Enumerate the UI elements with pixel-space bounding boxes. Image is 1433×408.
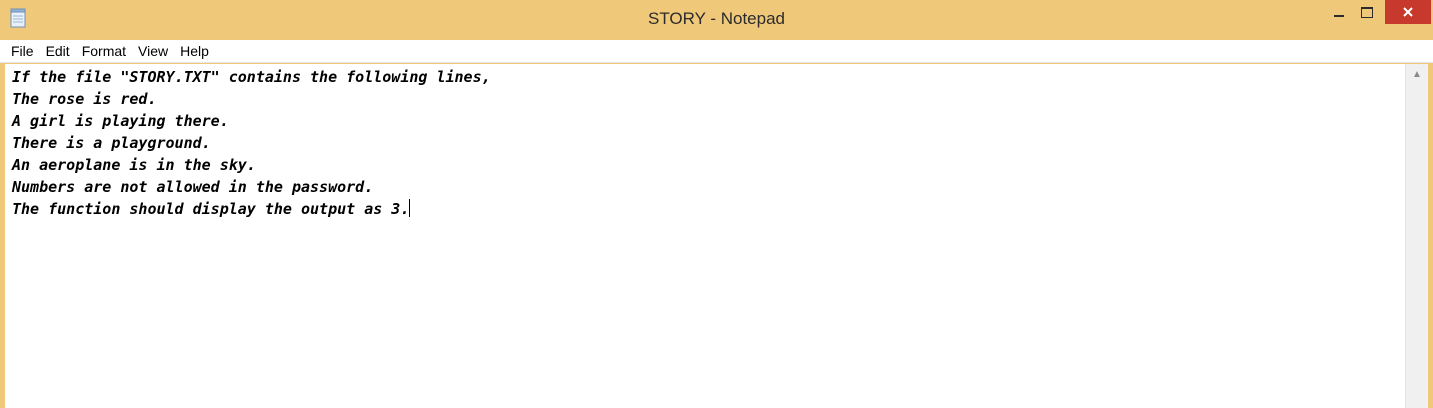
close-button[interactable] <box>1385 0 1431 24</box>
menu-edit[interactable]: Edit <box>40 40 76 62</box>
maximize-button[interactable] <box>1353 0 1381 24</box>
editor-content[interactable]: If the file "STORY.TXT" contains the fol… <box>5 64 1405 220</box>
text-line: There is a playground. <box>12 134 211 152</box>
text-line: The rose is red. <box>12 90 157 108</box>
menu-view[interactable]: View <box>132 40 174 62</box>
menu-help[interactable]: Help <box>174 40 215 62</box>
menu-bar: File Edit Format View Help <box>0 40 1433 63</box>
text-editor[interactable]: If the file "STORY.TXT" contains the fol… <box>5 64 1405 408</box>
close-icon <box>1403 7 1413 17</box>
maximize-icon <box>1361 6 1373 18</box>
minimize-button[interactable] <box>1325 0 1353 24</box>
notepad-window: STORY - Notepad File Edit Format View He… <box>0 0 1433 408</box>
window-title: STORY - Notepad <box>647 9 786 28</box>
text-line: The function should display the output a… <box>12 200 410 218</box>
chevron-up-icon[interactable]: ▲ <box>1406 68 1428 82</box>
vertical-scrollbar[interactable]: ▲ <box>1405 64 1428 408</box>
text-line: An aeroplane is in the sky. <box>12 156 256 174</box>
text-line: If the file "STORY.TXT" contains the fol… <box>12 68 491 86</box>
text-line: A girl is playing there. <box>12 112 229 130</box>
title-bar[interactable]: STORY - Notepad <box>0 0 1433 38</box>
menu-format[interactable]: Format <box>76 40 132 62</box>
minimize-icon <box>1334 15 1344 17</box>
menu-file[interactable]: File <box>0 40 40 62</box>
text-line: Numbers are not allowed in the password. <box>12 178 374 196</box>
window-controls <box>1325 0 1431 24</box>
text-caret <box>409 199 411 217</box>
